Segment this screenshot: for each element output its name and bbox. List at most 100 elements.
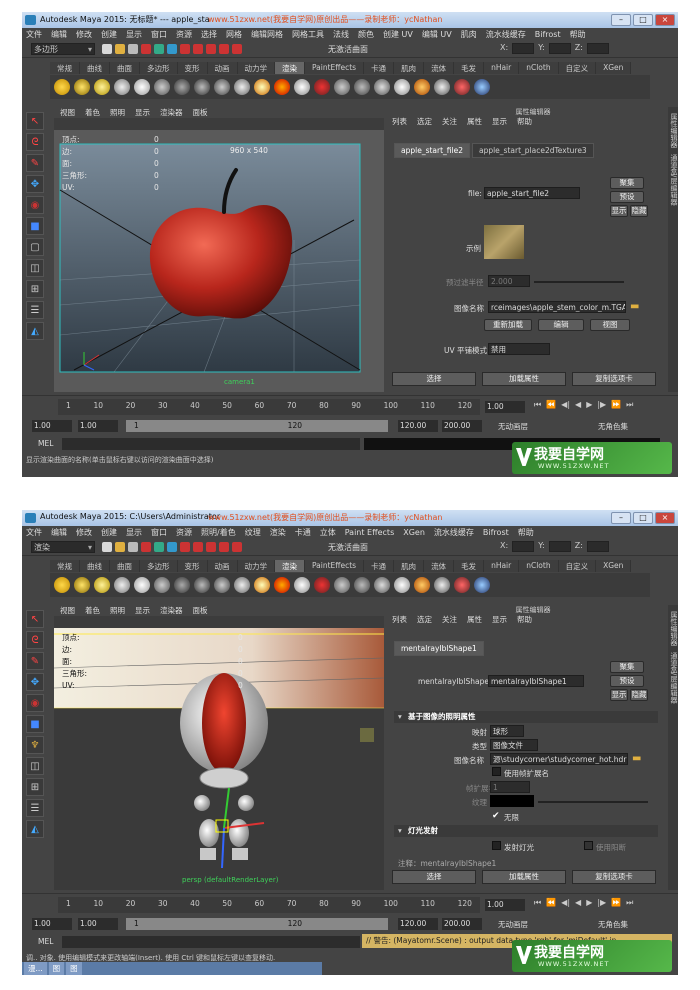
shelf-tab-active[interactable]: 渲染 [275, 560, 305, 572]
ae-menu-item[interactable]: 关注 [442, 614, 457, 626]
shelf-tab[interactable]: 动力学 [237, 560, 275, 572]
shelf-tab[interactable]: 常规 [50, 62, 80, 74]
y-field[interactable] [548, 43, 571, 54]
ae-select-button[interactable]: 选择 [392, 870, 476, 884]
shelf-tab[interactable]: PaintEffects [305, 62, 365, 74]
hide-button[interactable]: 隐藏 [630, 205, 648, 217]
menu-item[interactable]: 法线 [333, 29, 349, 40]
ipr-render-icon[interactable] [294, 79, 310, 95]
menu-item[interactable]: XGen [403, 528, 425, 537]
ae-select-button[interactable]: 选择 [392, 372, 476, 386]
menu-item[interactable]: 帮助 [518, 527, 534, 538]
shelf-tab[interactable]: 卡通 [364, 560, 395, 572]
shelf-tab[interactable]: 自定义 [558, 560, 597, 572]
scale-tool-icon[interactable]: ■ [26, 217, 44, 235]
minimize-button[interactable]: – [611, 14, 631, 26]
side-tab[interactable]: 属性编辑器 [669, 113, 678, 148]
time-slider-track[interactable]: 1 10 20 30 40 50 60 70 80 90 100 110 120 [58, 897, 480, 913]
directional-light-icon[interactable] [74, 577, 90, 593]
viewport-menu-item[interactable]: 面板 [193, 107, 208, 118]
emit-light-checkbox[interactable] [492, 841, 501, 850]
presets-button[interactable]: 预设 [610, 675, 644, 687]
edit-button[interactable]: 编辑 [538, 319, 584, 331]
ae-tab-ibl[interactable]: mentalrayIblShape1 [394, 641, 484, 656]
ae-copy-tab-button[interactable]: 复制选项卡 [572, 870, 656, 884]
mel-label[interactable]: MEL [38, 439, 53, 448]
ae-menu-item[interactable]: 显示 [492, 614, 507, 626]
shader-ball-icon[interactable] [174, 577, 190, 593]
taskbar-item[interactable]: 图 [48, 962, 65, 975]
viewport-menu-item[interactable]: 着色 [85, 107, 100, 118]
shelf-icon[interactable] [354, 577, 370, 593]
shelf-tab[interactable]: nCloth [519, 62, 559, 74]
menu-item[interactable]: 纹理 [245, 527, 261, 538]
menu-item[interactable]: 文件 [26, 29, 42, 40]
menu-item[interactable]: 创建 [101, 29, 117, 40]
shelf-tab[interactable]: 动画 [207, 62, 238, 74]
menu-item[interactable]: Paint Effects [345, 528, 395, 537]
menu-item[interactable]: 资源 [176, 29, 192, 40]
x-field[interactable] [512, 541, 535, 552]
ibl-attributes-section[interactable]: 基于图像的照明属性 [394, 711, 658, 723]
time-slider-track[interactable]: 1 10 20 30 40 50 60 70 80 90 100 110 120 [58, 399, 480, 415]
menu-item[interactable]: 修改 [76, 29, 92, 40]
shelf-icon[interactable] [394, 79, 410, 95]
area-light-icon[interactable] [134, 577, 150, 593]
file-node-field[interactable]: apple_start_file2 [484, 187, 580, 199]
viewport-menu-item[interactable]: 显示 [135, 107, 150, 118]
maximize-button[interactable]: □ [633, 14, 653, 26]
ae-menu-item[interactable]: 选定 [417, 614, 432, 626]
shelf-tab[interactable]: XGen [596, 62, 632, 74]
layout-persp-icon[interactable]: ◭ [26, 322, 44, 340]
hypershade-icon[interactable] [334, 577, 350, 593]
reload-button[interactable]: 重新加载 [484, 319, 532, 331]
shelf-tab[interactable]: 曲面 [110, 62, 140, 74]
select-component-icon[interactable] [167, 542, 177, 552]
shader-ball-icon[interactable] [174, 79, 190, 95]
layout-persp-icon[interactable]: ◭ [26, 820, 44, 838]
shader-ball-icon[interactable] [234, 79, 250, 95]
menu-item[interactable]: 卡通 [295, 527, 311, 538]
layout-four-icon[interactable]: ⊞ [26, 778, 44, 796]
snap-curve-icon[interactable] [193, 542, 203, 552]
uv-tiling-dropdown[interactable]: 禁用 [488, 343, 550, 355]
ae-copy-tab-button[interactable]: 复制选项卡 [572, 372, 656, 386]
menu-item[interactable]: 创建 [101, 527, 117, 538]
anim-layer-dropdown[interactable]: 无动画层 [498, 919, 528, 930]
step-back-icon[interactable]: ◀| [561, 400, 570, 410]
light-tool-icon[interactable]: ♆ [26, 736, 44, 754]
live-surface-label[interactable]: 无激活曲面 [328, 542, 368, 553]
shelf-tab[interactable]: 曲面 [110, 560, 140, 572]
viewport-menu-item[interactable]: 着色 [85, 605, 100, 616]
ambient-light-icon[interactable] [54, 79, 70, 95]
shelf-tab[interactable]: 流体 [424, 62, 455, 74]
image-name-field[interactable]: rceimages\apple_stem_color_m.TGA [488, 301, 626, 313]
spot-light-icon[interactable] [114, 577, 130, 593]
menu-item[interactable]: 创建 UV [383, 29, 413, 40]
playback-end-field[interactable]: 120.00 [398, 420, 438, 432]
shelf-tab[interactable]: nCloth [519, 560, 559, 572]
viewport-menu-item[interactable]: 渲染器 [160, 107, 183, 118]
focus-button[interactable]: 聚集 [610, 661, 644, 673]
menu-item[interactable]: 肌肉 [461, 29, 477, 40]
viewport-menu-item[interactable]: 面板 [193, 605, 208, 616]
viewport-panel[interactable]: 视图 着色 照明 显示 渲染器 面板 顶点: 边: 面: 三角形: UV: 0 … [54, 605, 384, 890]
snap-view-icon[interactable] [219, 44, 229, 54]
playback-start-field[interactable]: 1.00 [78, 420, 118, 432]
open-scene-icon[interactable] [115, 44, 125, 54]
layout-outliner-icon[interactable]: ☰ [26, 301, 44, 319]
mel-input[interactable] [62, 438, 360, 450]
rotate-tool-icon[interactable]: ◉ [26, 196, 44, 214]
shelf-icon[interactable] [434, 79, 450, 95]
frame-ext-field[interactable]: 1 [490, 781, 530, 793]
y-field[interactable] [548, 541, 571, 552]
step-forward-icon[interactable]: |▶ [597, 400, 606, 410]
lasso-tool-icon[interactable]: ᘓ [26, 631, 44, 649]
viewport-scene[interactable]: 顶点: 边: 面: 三角形: UV: 0 0 0 0 0 persp (defa… [54, 628, 384, 890]
new-scene-icon[interactable] [102, 542, 112, 552]
viewport-menu-item[interactable]: 渲染器 [160, 605, 183, 616]
shader-ball-icon[interactable] [194, 79, 210, 95]
ae-tab-place2d[interactable]: apple_start_place2dTexture3 [471, 143, 594, 158]
checkmark-icon[interactable]: ✔ [492, 811, 500, 821]
texture-slider[interactable] [538, 801, 648, 803]
